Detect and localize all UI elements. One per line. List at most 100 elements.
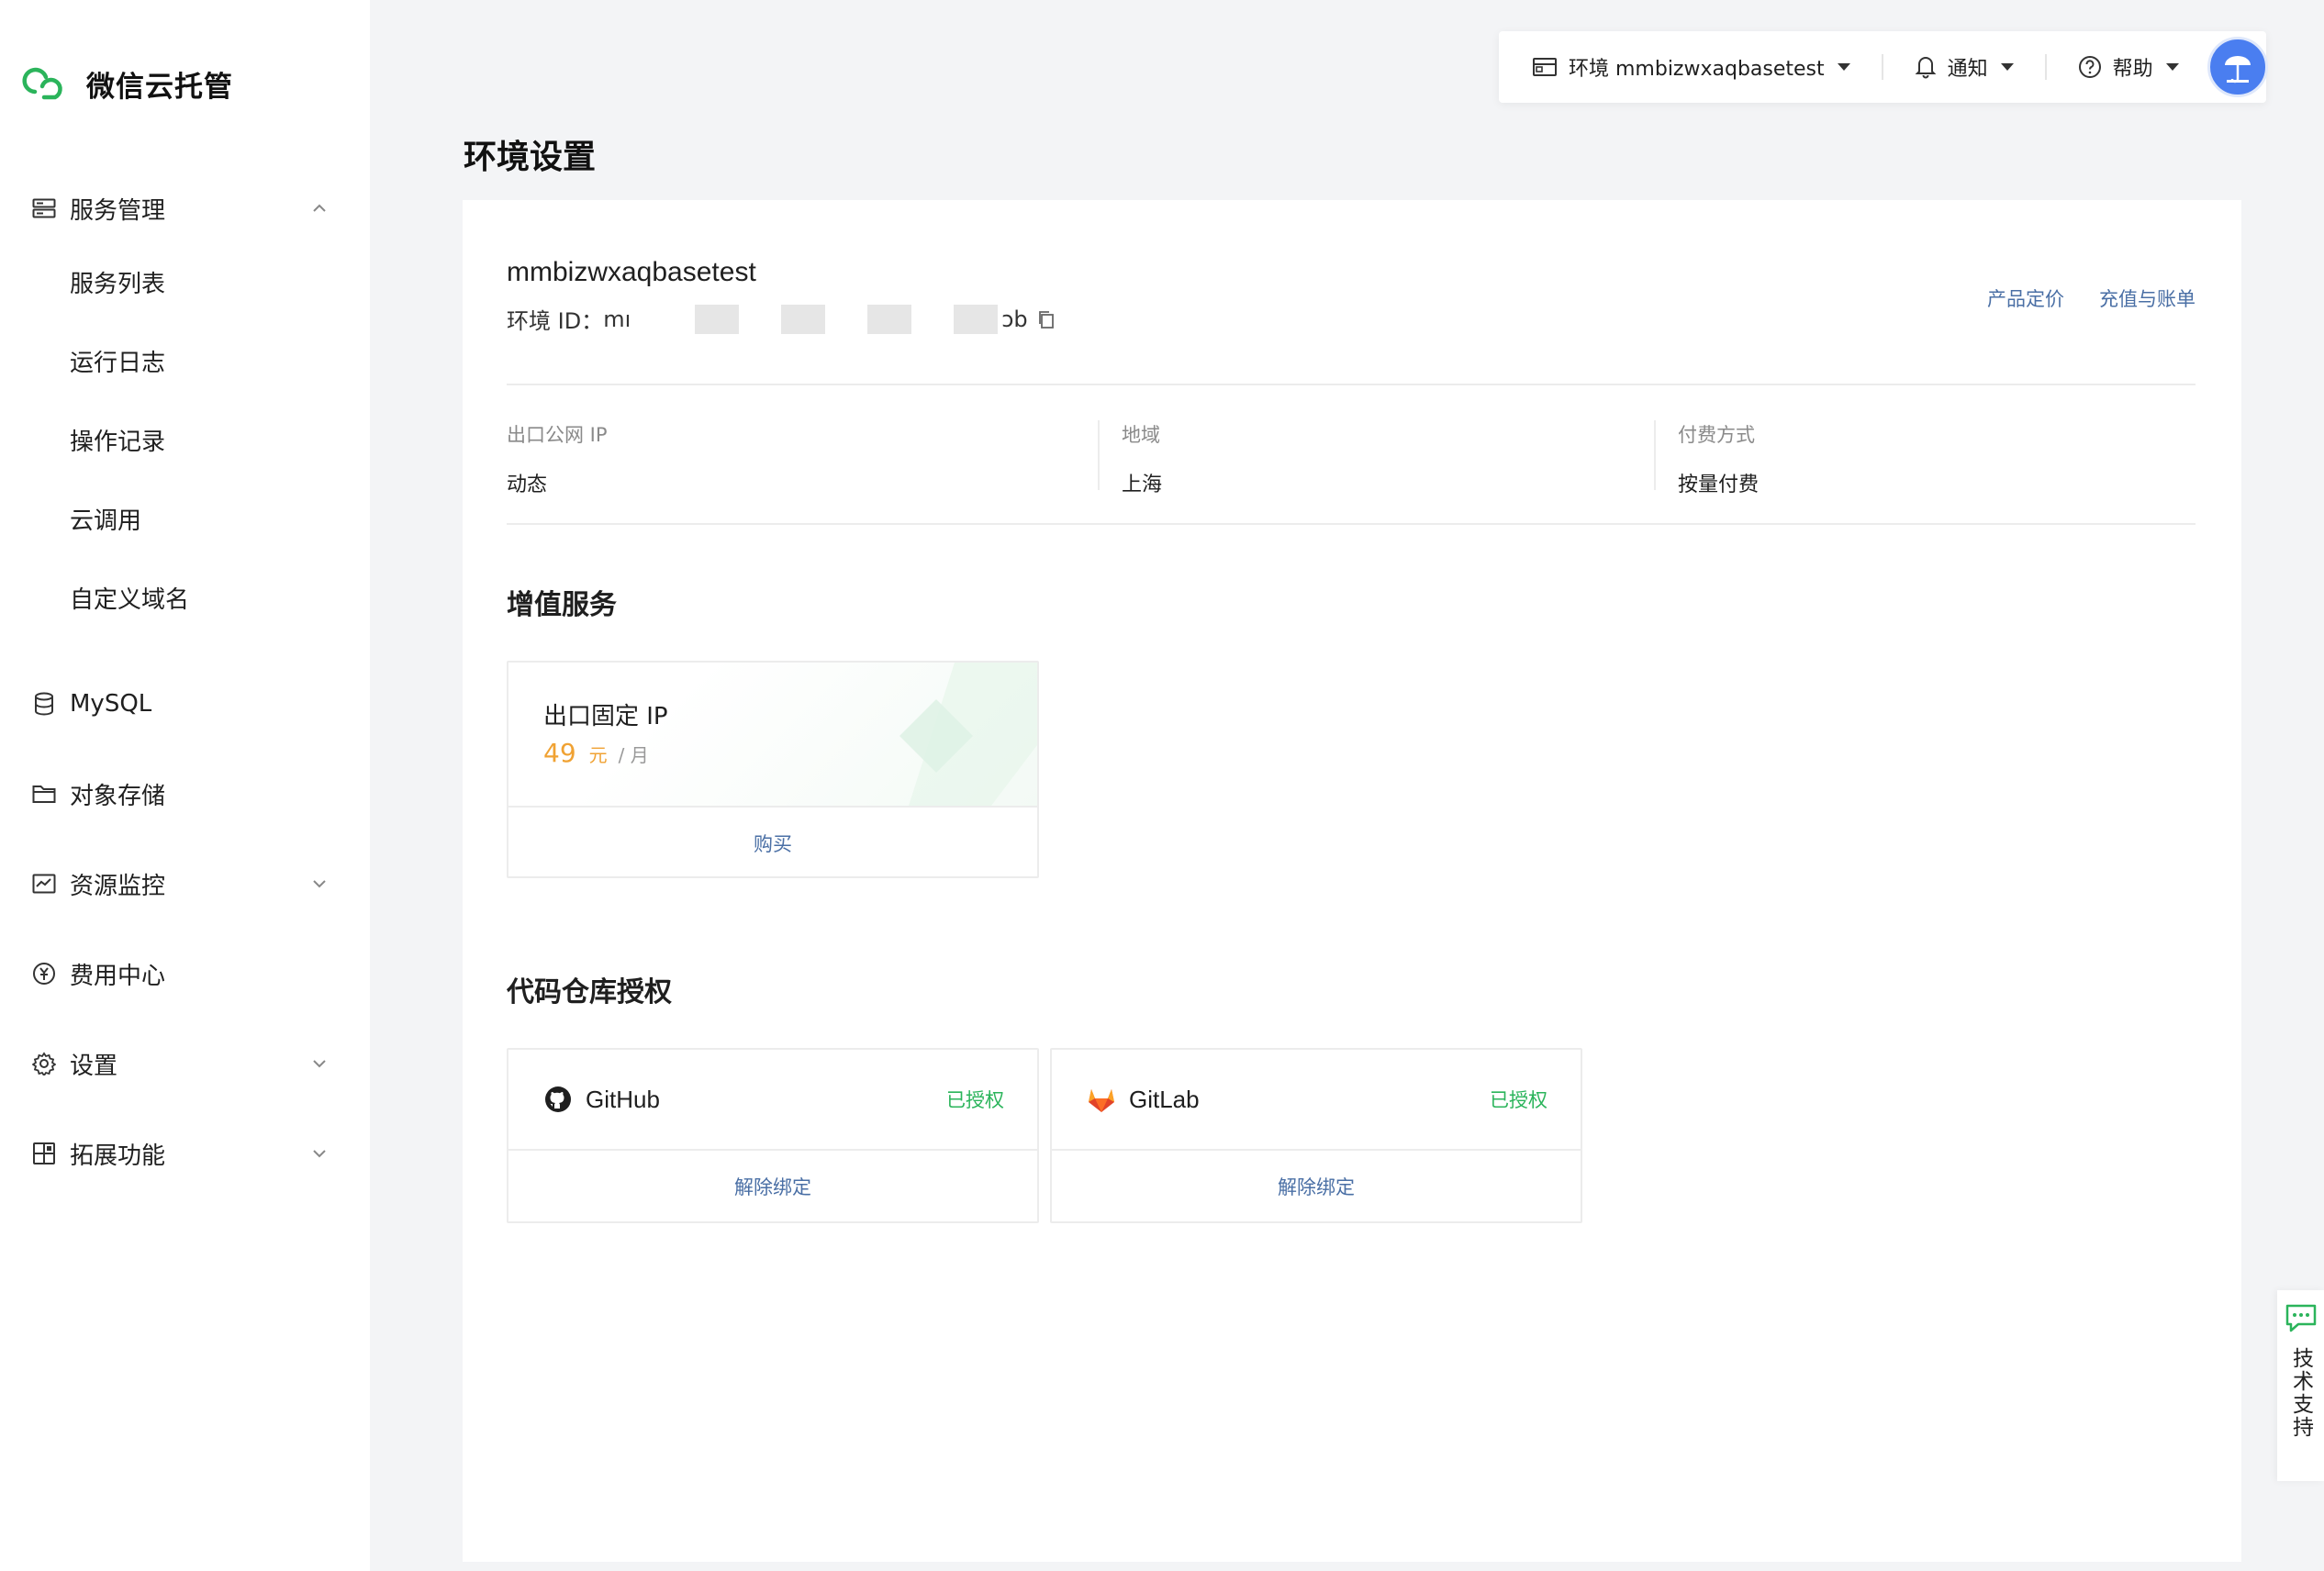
sidebar-item-label: 对象存储 — [70, 782, 166, 810]
sidebar-group-settings[interactable]: 设置 — [0, 1019, 370, 1109]
sidebar-item-operation-records[interactable]: 操作记录 — [0, 400, 370, 479]
sidebar-group-label: 设置 — [70, 1052, 118, 1080]
decorative-pattern-icon — [899, 663, 1037, 806]
divider — [1654, 420, 1656, 490]
environment-id-prefix: mı — [603, 306, 631, 332]
gitlab-repo-card: GitLab 已授权 解除绑定 — [1050, 1048, 1582, 1223]
repo-name: GitHub — [586, 1085, 660, 1113]
sidebar-item-custom-domain[interactable]: 自定义域名 — [0, 558, 370, 637]
chevron-down-icon — [313, 880, 326, 888]
repo-status-badge: 已授权 — [1490, 1089, 1547, 1111]
environment-links: 产品定价 充值与账单 — [1987, 284, 2196, 312]
github-icon — [545, 1086, 571, 1112]
extension-icon — [31, 1141, 57, 1166]
sidebar-item-object-storage[interactable]: 对象存储 — [0, 749, 370, 839]
divider — [1098, 420, 1100, 490]
sidebar-nav: 服务管理 服务列表 运行日志 操作记录 云调用 自定义域名 MySQL 对象存储… — [0, 174, 370, 1198]
price-period: / 月 — [618, 744, 649, 766]
chevron-up-icon — [313, 204, 326, 212]
monitor-icon — [31, 871, 57, 897]
service-card-body: 出口固定 IP 49 元 / 月 — [508, 663, 1037, 808]
notifications-menu[interactable]: 通知 — [1915, 52, 2014, 82]
sidebar-item-mysql[interactable]: MySQL — [0, 659, 370, 749]
help-circle-icon — [2078, 56, 2101, 78]
info-value: 上海 — [1122, 474, 1163, 496]
info-payment-method: 付费方式 按量付费 — [1678, 420, 1759, 496]
repo-name: GitLab — [1129, 1085, 1200, 1113]
tech-support-tab[interactable]: 技术支持 — [2277, 1290, 2324, 1481]
bell-icon — [1915, 57, 1937, 79]
info-region: 地域 上海 — [1122, 420, 1632, 496]
environment-id-suffix: ɔb — [1001, 306, 1028, 332]
divider — [2044, 54, 2047, 80]
divider — [507, 384, 2196, 385]
service-price: 49 元 / 月 — [543, 738, 649, 768]
divider — [1881, 54, 1883, 80]
sidebar-group-label: 资源监控 — [70, 872, 166, 900]
sidebar-group-service-management[interactable]: 服务管理 — [0, 174, 370, 242]
brand-name: 微信云托管 — [86, 70, 233, 104]
info-label: 地域 — [1122, 424, 1160, 446]
umbrella-avatar-icon — [2225, 56, 2251, 84]
sidebar: 微信云托管 服务管理 服务列表 运行日志 操作记录 云调用 自定义域名 MySQ… — [0, 0, 370, 1571]
sidebar-item-run-logs[interactable]: 运行日志 — [0, 321, 370, 400]
gitlab-icon — [1089, 1089, 1114, 1112]
divider — [507, 523, 2196, 525]
sidebar-item-cloud-call[interactable]: 云调用 — [0, 479, 370, 558]
environment-id-label: 环境 ID： — [507, 308, 604, 334]
environment-icon — [1533, 58, 1557, 76]
chat-bubble-icon — [2285, 1304, 2316, 1332]
sidebar-group-label: 服务管理 — [70, 196, 166, 225]
environment-selector[interactable]: 环境 mmbizwxaqbasetest — [1532, 52, 1850, 82]
help-menu[interactable]: 帮助 — [2078, 52, 2179, 82]
unbind-gitlab-button[interactable]: 解除绑定 — [1052, 1151, 1581, 1221]
service-name: 出口固定 IP — [543, 703, 668, 730]
caret-down-icon — [1837, 63, 1850, 71]
user-avatar[interactable] — [2207, 37, 2268, 97]
info-label: 出口公网 IP — [507, 424, 608, 446]
chevron-down-icon — [313, 1060, 326, 1068]
caret-down-icon — [2000, 63, 2014, 71]
sidebar-item-service-list[interactable]: 服务列表 — [0, 242, 370, 321]
repo-auth-title: 代码仓库授权 — [507, 976, 672, 1008]
caret-down-icon — [2165, 63, 2179, 71]
top-bar: 环境 mmbizwxaqbasetest 通知 帮助 — [1499, 31, 2268, 103]
page-title: 环境设置 — [464, 139, 597, 176]
brand[interactable]: 微信云托管 — [22, 59, 233, 108]
tech-support-label: 技术支持 — [2288, 1347, 2313, 1439]
fixed-ip-service-card: 出口固定 IP 49 元 / 月 购买 — [507, 661, 1039, 878]
sidebar-group-extensions[interactable]: 拓展功能 — [0, 1109, 370, 1198]
unbind-github-button[interactable]: 解除绑定 — [508, 1151, 1037, 1221]
buy-button[interactable]: 购买 — [508, 808, 1037, 876]
folder-icon — [31, 781, 57, 807]
billing-link[interactable]: 充值与账单 — [2099, 284, 2196, 312]
sidebar-item-label: MySQL — [70, 690, 152, 718]
sidebar-item-billing-center[interactable]: 费用中心 — [0, 929, 370, 1019]
redacted-block — [867, 304, 912, 334]
price-unit: 元 — [588, 744, 608, 766]
gear-icon — [31, 1051, 57, 1076]
repo-card-header: GitLab 已授权 — [1052, 1050, 1581, 1151]
environment-settings-panel: mmbizwxaqbasetest 环境 ID： mı ɔb 产品定价 充值与账… — [463, 200, 2241, 1562]
value-added-services-title: 增值服务 — [507, 589, 617, 621]
redacted-block — [954, 304, 999, 334]
sidebar-group-resource-monitor[interactable]: 资源监控 — [0, 839, 370, 929]
chevron-down-icon — [313, 1150, 326, 1158]
info-value: 按量付费 — [1678, 474, 1760, 496]
price-amount: 49 — [543, 738, 576, 768]
repo-card-header: GitHub 已授权 — [508, 1050, 1037, 1151]
server-icon — [31, 195, 57, 221]
yen-icon — [31, 961, 57, 986]
environment-label: 环境 mmbizwxaqbasetest — [1569, 58, 1825, 81]
cloud-logo-icon — [22, 67, 62, 100]
copy-icon[interactable] — [1037, 309, 1056, 329]
sidebar-group-label: 拓展功能 — [70, 1142, 166, 1170]
info-label: 付费方式 — [1678, 424, 1755, 446]
pricing-link[interactable]: 产品定价 — [1987, 284, 2064, 312]
github-repo-card: GitHub 已授权 解除绑定 — [507, 1048, 1039, 1223]
environment-id-row: 环境 ID： mı ɔb — [507, 303, 1056, 335]
help-label: 帮助 — [2112, 58, 2153, 81]
redacted-block — [781, 304, 826, 334]
environment-info-row: 出口公网 IP 动态 地域 上海 付费方式 按量付费 — [507, 420, 2196, 496]
info-value: 动态 — [507, 474, 548, 496]
